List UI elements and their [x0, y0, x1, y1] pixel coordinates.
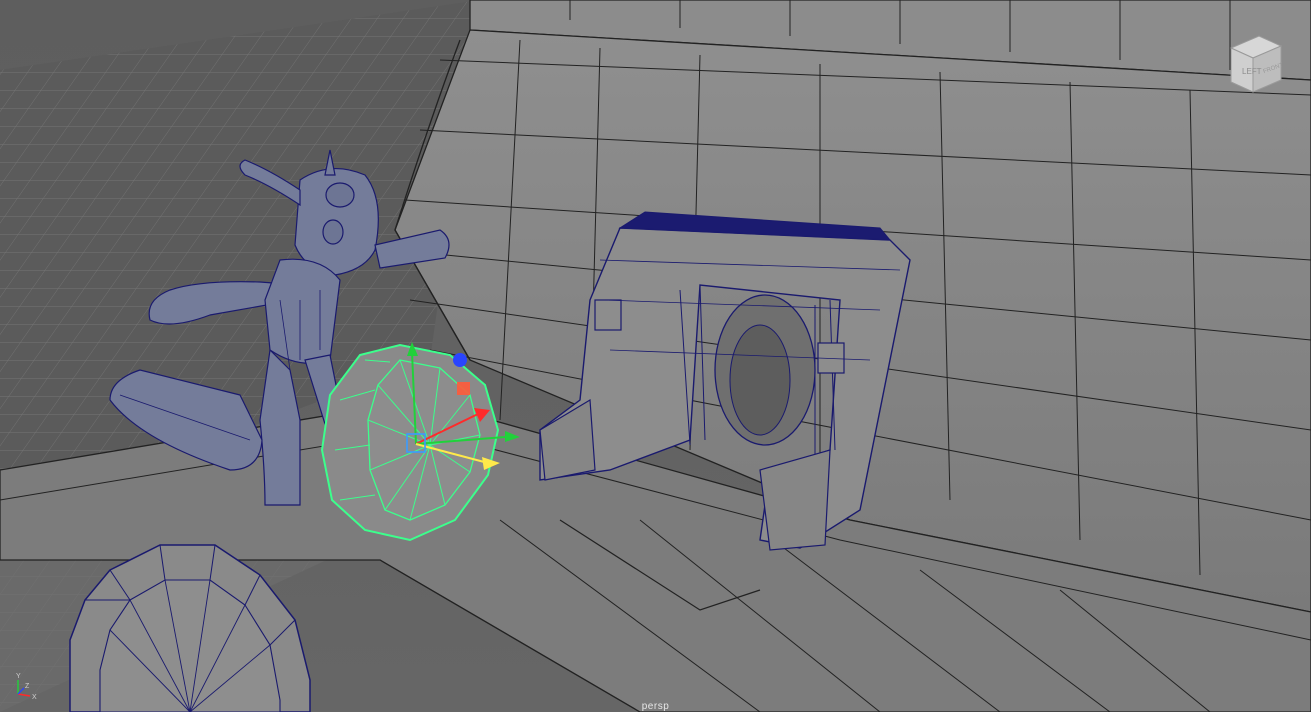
axis-indicator-icon: Y Z X — [16, 673, 37, 700]
viewcube-face-label: LEFT — [1242, 67, 1262, 76]
camera-name-label: persp — [641, 701, 670, 712]
axis-label-z: Z — [25, 683, 30, 690]
maya-perspective-viewport[interactable]: LEFT FRONT Y Z X persp — [0, 0, 1311, 712]
axis-label-y: Y — [16, 673, 21, 680]
axis-label-x: X — [32, 694, 37, 700]
scene-canvas[interactable] — [0, 0, 1311, 712]
viewcube-icon[interactable]: LEFT FRONT — [1219, 28, 1289, 98]
